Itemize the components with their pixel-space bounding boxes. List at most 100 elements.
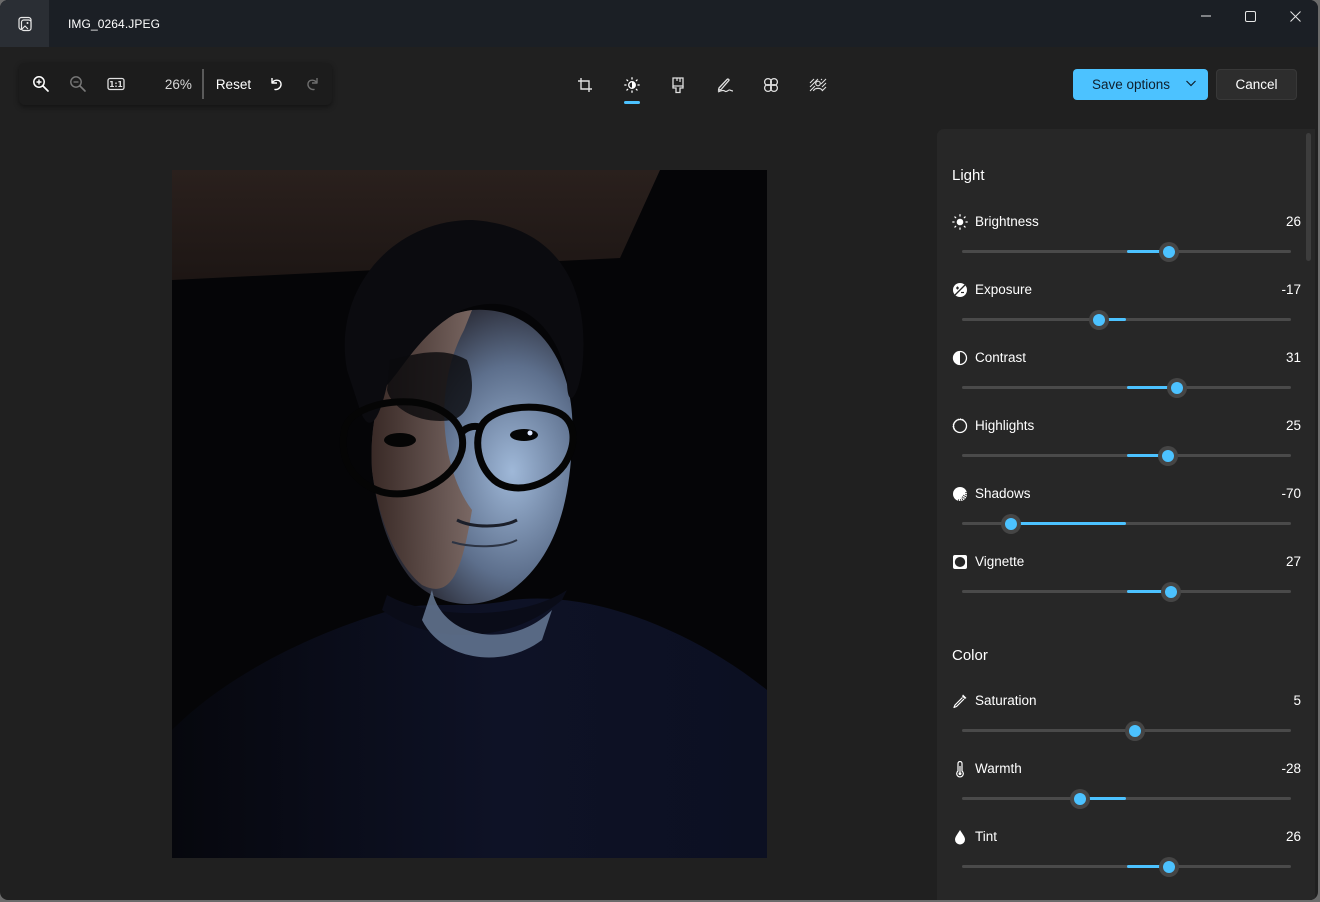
save-options-label: Save options <box>1092 77 1171 92</box>
reset-button[interactable]: Reset <box>210 77 257 92</box>
highlights-value: 25 <box>1285 418 1301 433</box>
warmth-icon <box>951 760 969 778</box>
brush-icon <box>672 76 684 93</box>
svg-text:1:1: 1:1 <box>109 80 122 89</box>
photos-app-icon <box>17 16 32 31</box>
vignette-label: Vignette <box>975 554 1025 569</box>
contrast-value: 31 <box>1285 350 1301 365</box>
saturation-value: 5 <box>1293 693 1301 708</box>
adjustments-panel: Light Brightness 26 Exposure -17 Contras… <box>937 129 1315 900</box>
toolbar-divider <box>201 69 204 99</box>
saturation-label: Saturation <box>975 693 1037 708</box>
app-icon <box>0 0 49 47</box>
brightness-value: 26 <box>1285 214 1301 229</box>
tint-label: Tint <box>975 829 998 844</box>
slider-fill <box>1011 522 1127 525</box>
vignette-value: 27 <box>1285 554 1301 569</box>
contrast-label: Contrast <box>975 350 1027 365</box>
zoom-out-icon <box>70 76 87 92</box>
pen-icon <box>717 78 733 93</box>
markup-tool-button[interactable] <box>702 64 749 106</box>
actual-size-icon: 1:1 <box>107 77 125 91</box>
window-title: IMG_0264.JPEG <box>68 16 161 31</box>
actual-size-button[interactable]: 1:1 <box>97 65 134 103</box>
minimize-icon <box>1200 15 1211 17</box>
redo-button[interactable] <box>295 65 332 103</box>
exposure-label: Exposure <box>975 282 1033 297</box>
slider-thumb[interactable] <box>1001 514 1022 534</box>
photo-preview[interactable] <box>172 170 767 858</box>
zoom-in-icon <box>32 76 49 92</box>
highlights-icon <box>951 417 969 435</box>
zoom-toolbar: 1:1 26% Reset <box>19 63 332 105</box>
undo-icon <box>271 78 282 91</box>
slider-thumb[interactable] <box>1167 378 1188 398</box>
slider-thumb[interactable] <box>1159 857 1180 877</box>
close-icon <box>1290 10 1301 22</box>
slider-track[interactable] <box>962 797 1291 800</box>
highlights-slider[interactable] <box>962 446 1291 466</box>
saturation-slider[interactable] <box>962 721 1291 741</box>
exposure-value: -17 <box>1281 282 1301 297</box>
tint-icon <box>951 828 969 846</box>
undo-button[interactable] <box>257 65 294 103</box>
shadows-value: -70 <box>1281 486 1301 501</box>
photos-editor-window: IMG_0264.JPEG 1:1 26% Reset Save options… <box>0 0 1318 900</box>
retouch-tool-button[interactable] <box>748 64 795 106</box>
warmth-value: -28 <box>1281 761 1301 776</box>
slider-thumb[interactable] <box>1124 721 1145 741</box>
adjustment-shadows: Shadows -70 <box>937 485 1315 553</box>
title-bar: IMG_0264.JPEG <box>0 0 1318 47</box>
exposure-icon <box>951 281 969 299</box>
crop-icon <box>578 78 593 92</box>
adjustment-exposure: Exposure -17 <box>937 281 1315 349</box>
vignette-icon <box>951 553 969 571</box>
crop-tool-button[interactable] <box>562 64 609 106</box>
exposure-slider[interactable] <box>962 310 1291 330</box>
zoom-level[interactable]: 26% <box>152 77 192 92</box>
shadows-icon <box>951 485 969 503</box>
redo-icon <box>307 78 318 91</box>
adjustment-highlights: Highlights 25 <box>937 417 1315 485</box>
vignette-slider[interactable] <box>962 582 1291 602</box>
chevron-down-icon[interactable] <box>1185 77 1197 89</box>
cancel-button[interactable]: Cancel <box>1216 69 1297 100</box>
edit-tools-bar <box>562 64 841 106</box>
slider-track[interactable] <box>962 318 1291 321</box>
warmth-slider[interactable] <box>962 789 1291 809</box>
close-button[interactable] <box>1273 0 1318 32</box>
slider-thumb[interactable] <box>1160 582 1181 602</box>
retouch-icon <box>764 77 779 93</box>
minimize-button[interactable] <box>1183 0 1228 32</box>
filter-tool-button[interactable] <box>655 64 702 106</box>
zoom-in-button[interactable] <box>22 65 59 103</box>
slider-thumb[interactable] <box>1159 242 1180 262</box>
contrast-slider[interactable] <box>962 378 1291 398</box>
save-options-button[interactable]: Save options <box>1073 69 1208 100</box>
adjustment-tint: Tint 26 <box>937 828 1315 896</box>
adjustment-saturation: Saturation 5 <box>937 692 1315 760</box>
adjustment-tool-button[interactable] <box>609 64 656 106</box>
tint-slider[interactable] <box>962 857 1291 877</box>
shadows-label: Shadows <box>975 486 1031 501</box>
shadows-slider[interactable] <box>962 514 1291 534</box>
slider-thumb[interactable] <box>1157 446 1178 466</box>
section-title-color: Color <box>952 647 988 664</box>
adjustment-contrast: Contrast 31 <box>937 349 1315 417</box>
adjustment-brightness: Brightness 26 <box>937 213 1315 281</box>
brightness-icon <box>951 213 969 231</box>
highlights-label: Highlights <box>975 418 1035 433</box>
maximize-button[interactable] <box>1228 0 1273 32</box>
tint-value: 26 <box>1285 829 1301 844</box>
brightness-slider[interactable] <box>962 242 1291 262</box>
portrait-photo <box>172 170 767 858</box>
zoom-out-button[interactable] <box>59 65 96 103</box>
saturation-icon <box>951 692 969 710</box>
section-title-light: Light <box>952 167 985 184</box>
background-tool-button[interactable] <box>795 64 842 106</box>
brightness-icon <box>623 77 640 93</box>
adjustment-vignette: Vignette 27 <box>937 553 1315 621</box>
warmth-label: Warmth <box>975 761 1022 776</box>
slider-thumb[interactable] <box>1088 310 1109 330</box>
slider-thumb[interactable] <box>1070 789 1091 809</box>
